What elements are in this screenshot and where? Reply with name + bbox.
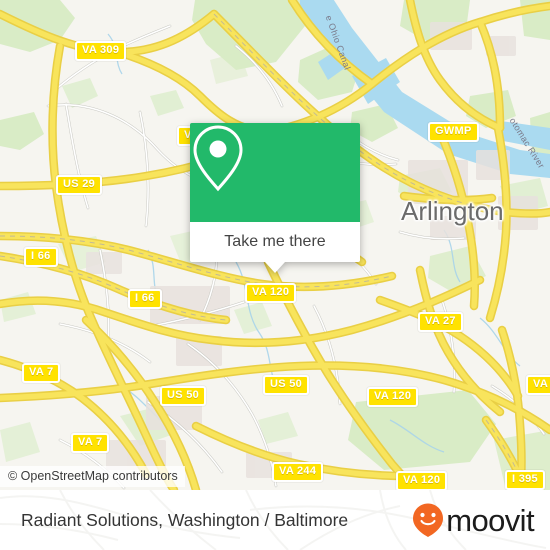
road-shield-va120-mid[interactable]: VA 120 — [367, 387, 419, 407]
map-pin-icon — [193, 125, 243, 192]
road-shield-va7-north[interactable]: VA 7 — [22, 363, 61, 383]
road-shield-va27[interactable]: VA 27 — [418, 312, 463, 332]
road-shield-va244[interactable]: VA 244 — [272, 462, 324, 482]
screenshot-root: Arlington e Ohio Canal otomac River VA 3… — [0, 0, 550, 550]
map-canvas[interactable]: Arlington e Ohio Canal otomac River VA 3… — [0, 0, 550, 490]
moovit-wordmark: moovit — [446, 502, 534, 538]
map-attribution[interactable]: © OpenStreetMap contributors — [0, 466, 185, 487]
road-shield-us50-west[interactable]: US 50 — [160, 386, 207, 406]
road-shield-va120-north[interactable]: VA 120 — [245, 283, 297, 303]
road-shield-va7-south[interactable]: VA 7 — [71, 433, 110, 453]
road-shield-va120-south[interactable]: VA 120 — [396, 471, 448, 490]
road-shield-us50-east[interactable]: US 50 — [263, 375, 310, 395]
road-shield-us29[interactable]: US 29 — [56, 175, 103, 195]
take-me-there-label: Take me there — [224, 233, 326, 250]
road-shield-i66-west[interactable]: I 66 — [24, 247, 58, 267]
popup-image-area — [190, 123, 360, 222]
popup-pointer-tail — [265, 262, 285, 273]
road-shield-gwmp[interactable]: GWMP — [428, 122, 479, 142]
road-shield-va309[interactable]: VA 309 — [75, 41, 127, 61]
location-popup-card[interactable]: Take me there — [190, 123, 360, 273]
road-shield-i395[interactable]: I 395 — [505, 470, 545, 490]
take-me-there-button[interactable]: Take me there — [190, 222, 360, 273]
road-shield-va2[interactable]: VA 2 — [526, 375, 550, 395]
road-shield-i66-east[interactable]: I 66 — [128, 289, 162, 309]
moovit-logo[interactable]: moovit — [411, 490, 535, 550]
moovit-smiley-pin-icon — [413, 503, 444, 537]
place-label-arlington: Arlington — [401, 196, 504, 226]
footer-bar: Radiant Solutions, Washington / Baltimor… — [0, 490, 550, 550]
footer-place-title: Radiant Solutions, Washington / Baltimor… — [21, 509, 349, 530]
